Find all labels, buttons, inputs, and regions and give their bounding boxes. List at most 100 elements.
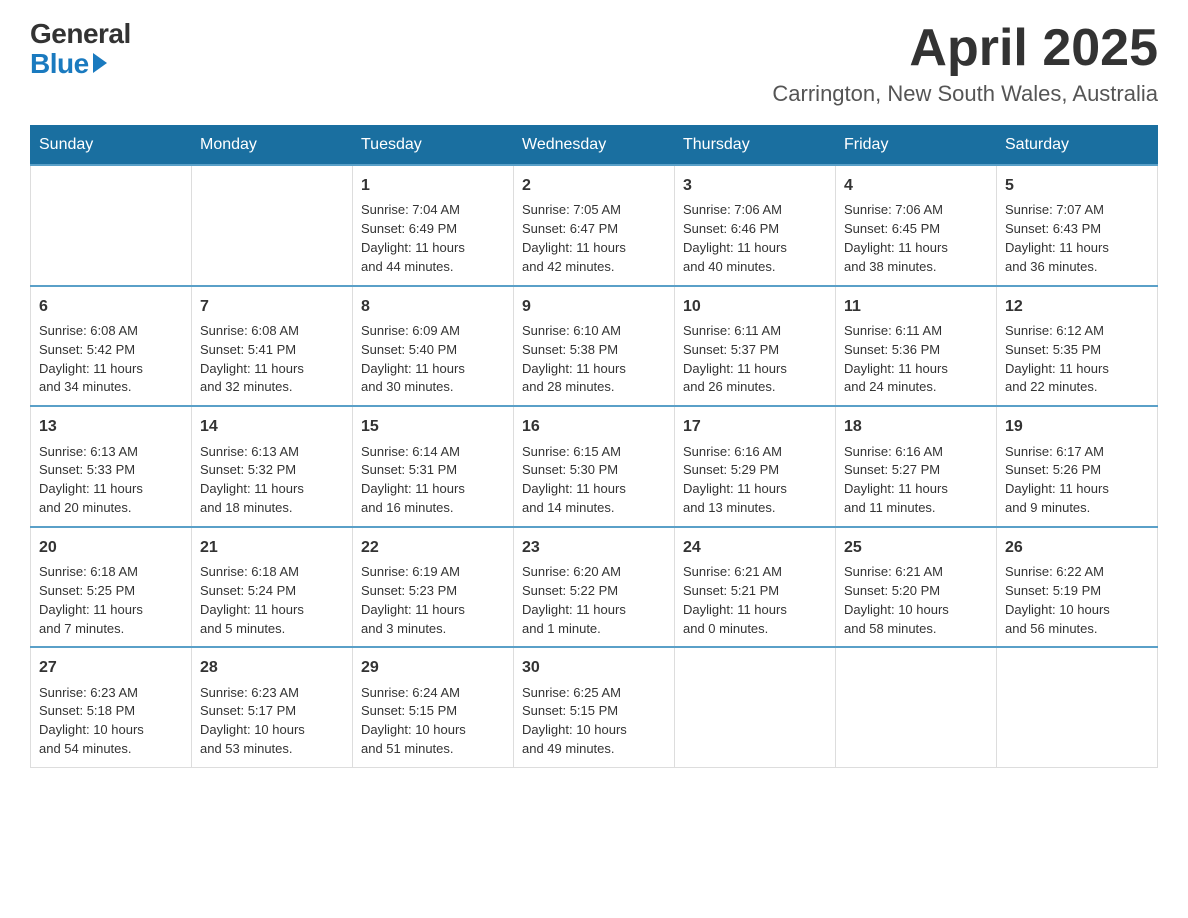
location-subtitle: Carrington, New South Wales, Australia: [772, 81, 1158, 107]
day-number: 18: [844, 415, 988, 438]
day-cell-empty: [836, 647, 997, 767]
day-cell-11: 11 Sunrise: 6:11 AMSunset: 5:36 PMDayligh…: [836, 286, 997, 407]
day-cell-25: 25 Sunrise: 6:21 AMSunset: 5:20 PMDayligh…: [836, 527, 997, 648]
day-cell-27: 27 Sunrise: 6:23 AMSunset: 5:18 PMDayligh…: [31, 647, 192, 767]
weekday-header-monday: Monday: [192, 126, 353, 166]
day-number: 26: [1005, 536, 1149, 559]
day-number: 20: [39, 536, 183, 559]
week-row-1: 1Sunrise: 7:04 AMSunset: 6:49 PMDaylight…: [31, 165, 1158, 286]
weekday-header-thursday: Thursday: [675, 126, 836, 166]
logo: General Blue: [30, 20, 131, 80]
day-cell-17: 17 Sunrise: 6:16 AMSunset: 5:29 PMDayligh…: [675, 406, 836, 527]
weekday-header-tuesday: Tuesday: [353, 126, 514, 166]
week-row-5: 27 Sunrise: 6:23 AMSunset: 5:18 PMDayligh…: [31, 647, 1158, 767]
day-number: 25: [844, 536, 988, 559]
day-cell-7: 7Sunrise: 6:08 AMSunset: 5:41 PMDaylight…: [192, 286, 353, 407]
logo-triangle-icon: [93, 53, 107, 73]
day-number: 30: [522, 656, 666, 679]
day-number: 21: [200, 536, 344, 559]
day-cell-5: 5 Sunrise: 7:07 AMSunset: 6:43 PMDaylight…: [997, 165, 1158, 286]
day-cell-26: 26Sunrise: 6:22 AMSunset: 5:19 PMDayligh…: [997, 527, 1158, 648]
day-cell-8: 8Sunrise: 6:09 AMSunset: 5:40 PMDaylight…: [353, 286, 514, 407]
page-header: General Blue April 2025 Carrington, New …: [30, 20, 1158, 107]
day-info: Sunrise: 6:10 AMSunset: 5:38 PMDaylight:…: [522, 323, 626, 395]
day-info: Sunrise: 6:15 AMSunset: 5:30 PMDaylight:…: [522, 444, 626, 516]
day-info: Sunrise: 6:25 AMSunset: 5:15 PMDaylight:…: [522, 685, 627, 757]
week-row-3: 13Sunrise: 6:13 AMSunset: 5:33 PMDayligh…: [31, 406, 1158, 527]
day-cell-9: 9 Sunrise: 6:10 AMSunset: 5:38 PMDaylight…: [514, 286, 675, 407]
day-number: 10: [683, 295, 827, 318]
weekday-header-sunday: Sunday: [31, 126, 192, 166]
day-cell-empty: [997, 647, 1158, 767]
day-cell-22: 22 Sunrise: 6:19 AMSunset: 5:23 PMDayligh…: [353, 527, 514, 648]
day-cell-empty: [675, 647, 836, 767]
week-row-4: 20 Sunrise: 6:18 AMSunset: 5:25 PMDayligh…: [31, 527, 1158, 648]
day-info: Sunrise: 6:08 AMSunset: 5:42 PMDaylight:…: [39, 323, 143, 395]
day-info: Sunrise: 7:05 AMSunset: 6:47 PMDaylight:…: [522, 202, 626, 274]
day-number: 9: [522, 295, 666, 318]
day-number: 24: [683, 536, 827, 559]
day-info: Sunrise: 6:12 AMSunset: 5:35 PMDaylight:…: [1005, 323, 1109, 395]
day-cell-30: 30 Sunrise: 6:25 AMSunset: 5:15 PMDayligh…: [514, 647, 675, 767]
day-cell-1: 1Sunrise: 7:04 AMSunset: 6:49 PMDaylight…: [353, 165, 514, 286]
day-cell-6: 6 Sunrise: 6:08 AMSunset: 5:42 PMDaylight…: [31, 286, 192, 407]
day-cell-19: 19Sunrise: 6:17 AMSunset: 5:26 PMDayligh…: [997, 406, 1158, 527]
day-number: 8: [361, 295, 505, 318]
day-cell-21: 21 Sunrise: 6:18 AMSunset: 5:24 PMDayligh…: [192, 527, 353, 648]
day-info: Sunrise: 7:07 AMSunset: 6:43 PMDaylight:…: [1005, 202, 1109, 274]
day-cell-18: 18 Sunrise: 6:16 AMSunset: 5:27 PMDayligh…: [836, 406, 997, 527]
month-year-title: April 2025: [772, 20, 1158, 77]
day-cell-10: 10Sunrise: 6:11 AMSunset: 5:37 PMDayligh…: [675, 286, 836, 407]
day-cell-12: 12 Sunrise: 6:12 AMSunset: 5:35 PMDayligh…: [997, 286, 1158, 407]
day-number: 6: [39, 295, 183, 318]
weekday-header-friday: Friday: [836, 126, 997, 166]
day-info: Sunrise: 6:14 AMSunset: 5:31 PMDaylight:…: [361, 444, 465, 516]
day-number: 3: [683, 174, 827, 197]
day-info: Sunrise: 6:11 AMSunset: 5:36 PMDaylight:…: [844, 323, 948, 395]
day-info: Sunrise: 6:23 AMSunset: 5:17 PMDaylight:…: [200, 685, 305, 757]
day-info: Sunrise: 6:23 AMSunset: 5:18 PMDaylight:…: [39, 685, 144, 757]
logo-blue-text: Blue: [30, 48, 89, 80]
day-cell-13: 13Sunrise: 6:13 AMSunset: 5:33 PMDayligh…: [31, 406, 192, 527]
day-info: Sunrise: 6:24 AMSunset: 5:15 PMDaylight:…: [361, 685, 466, 757]
weekday-header-wednesday: Wednesday: [514, 126, 675, 166]
day-number: 14: [200, 415, 344, 438]
day-info: Sunrise: 6:18 AMSunset: 5:24 PMDaylight:…: [200, 564, 304, 636]
day-number: 12: [1005, 295, 1149, 318]
day-info: Sunrise: 6:13 AMSunset: 5:32 PMDaylight:…: [200, 444, 304, 516]
day-number: 15: [361, 415, 505, 438]
day-info: Sunrise: 6:20 AMSunset: 5:22 PMDaylight:…: [522, 564, 626, 636]
day-info: Sunrise: 7:06 AMSunset: 6:46 PMDaylight:…: [683, 202, 787, 274]
day-info: Sunrise: 6:16 AMSunset: 5:29 PMDaylight:…: [683, 444, 787, 516]
day-cell-28: 28 Sunrise: 6:23 AMSunset: 5:17 PMDayligh…: [192, 647, 353, 767]
day-info: Sunrise: 6:16 AMSunset: 5:27 PMDaylight:…: [844, 444, 948, 516]
day-info: Sunrise: 6:18 AMSunset: 5:25 PMDaylight:…: [39, 564, 143, 636]
day-cell-empty: [31, 165, 192, 286]
day-number: 27: [39, 656, 183, 679]
day-number: 2: [522, 174, 666, 197]
day-number: 17: [683, 415, 827, 438]
day-number: 4: [844, 174, 988, 197]
day-cell-16: 16 Sunrise: 6:15 AMSunset: 5:30 PMDayligh…: [514, 406, 675, 527]
day-number: 5: [1005, 174, 1149, 197]
day-info: Sunrise: 6:08 AMSunset: 5:41 PMDaylight:…: [200, 323, 304, 395]
day-cell-3: 3 Sunrise: 7:06 AMSunset: 6:46 PMDaylight…: [675, 165, 836, 286]
day-cell-14: 14 Sunrise: 6:13 AMSunset: 5:32 PMDayligh…: [192, 406, 353, 527]
week-row-2: 6 Sunrise: 6:08 AMSunset: 5:42 PMDaylight…: [31, 286, 1158, 407]
day-number: 11: [844, 295, 988, 318]
day-cell-2: 2 Sunrise: 7:05 AMSunset: 6:47 PMDaylight…: [514, 165, 675, 286]
title-block: April 2025 Carrington, New South Wales, …: [772, 20, 1158, 107]
day-number: 28: [200, 656, 344, 679]
day-number: 22: [361, 536, 505, 559]
day-number: 29: [361, 656, 505, 679]
calendar-table: SundayMondayTuesdayWednesdayThursdayFrid…: [30, 125, 1158, 768]
day-cell-24: 24Sunrise: 6:21 AMSunset: 5:21 PMDayligh…: [675, 527, 836, 648]
day-info: Sunrise: 6:21 AMSunset: 5:20 PMDaylight:…: [844, 564, 949, 636]
day-number: 23: [522, 536, 666, 559]
day-number: 1: [361, 174, 505, 197]
day-number: 16: [522, 415, 666, 438]
day-cell-4: 4Sunrise: 7:06 AMSunset: 6:45 PMDaylight…: [836, 165, 997, 286]
weekday-header-saturday: Saturday: [997, 126, 1158, 166]
day-number: 19: [1005, 415, 1149, 438]
day-info: Sunrise: 6:19 AMSunset: 5:23 PMDaylight:…: [361, 564, 465, 636]
